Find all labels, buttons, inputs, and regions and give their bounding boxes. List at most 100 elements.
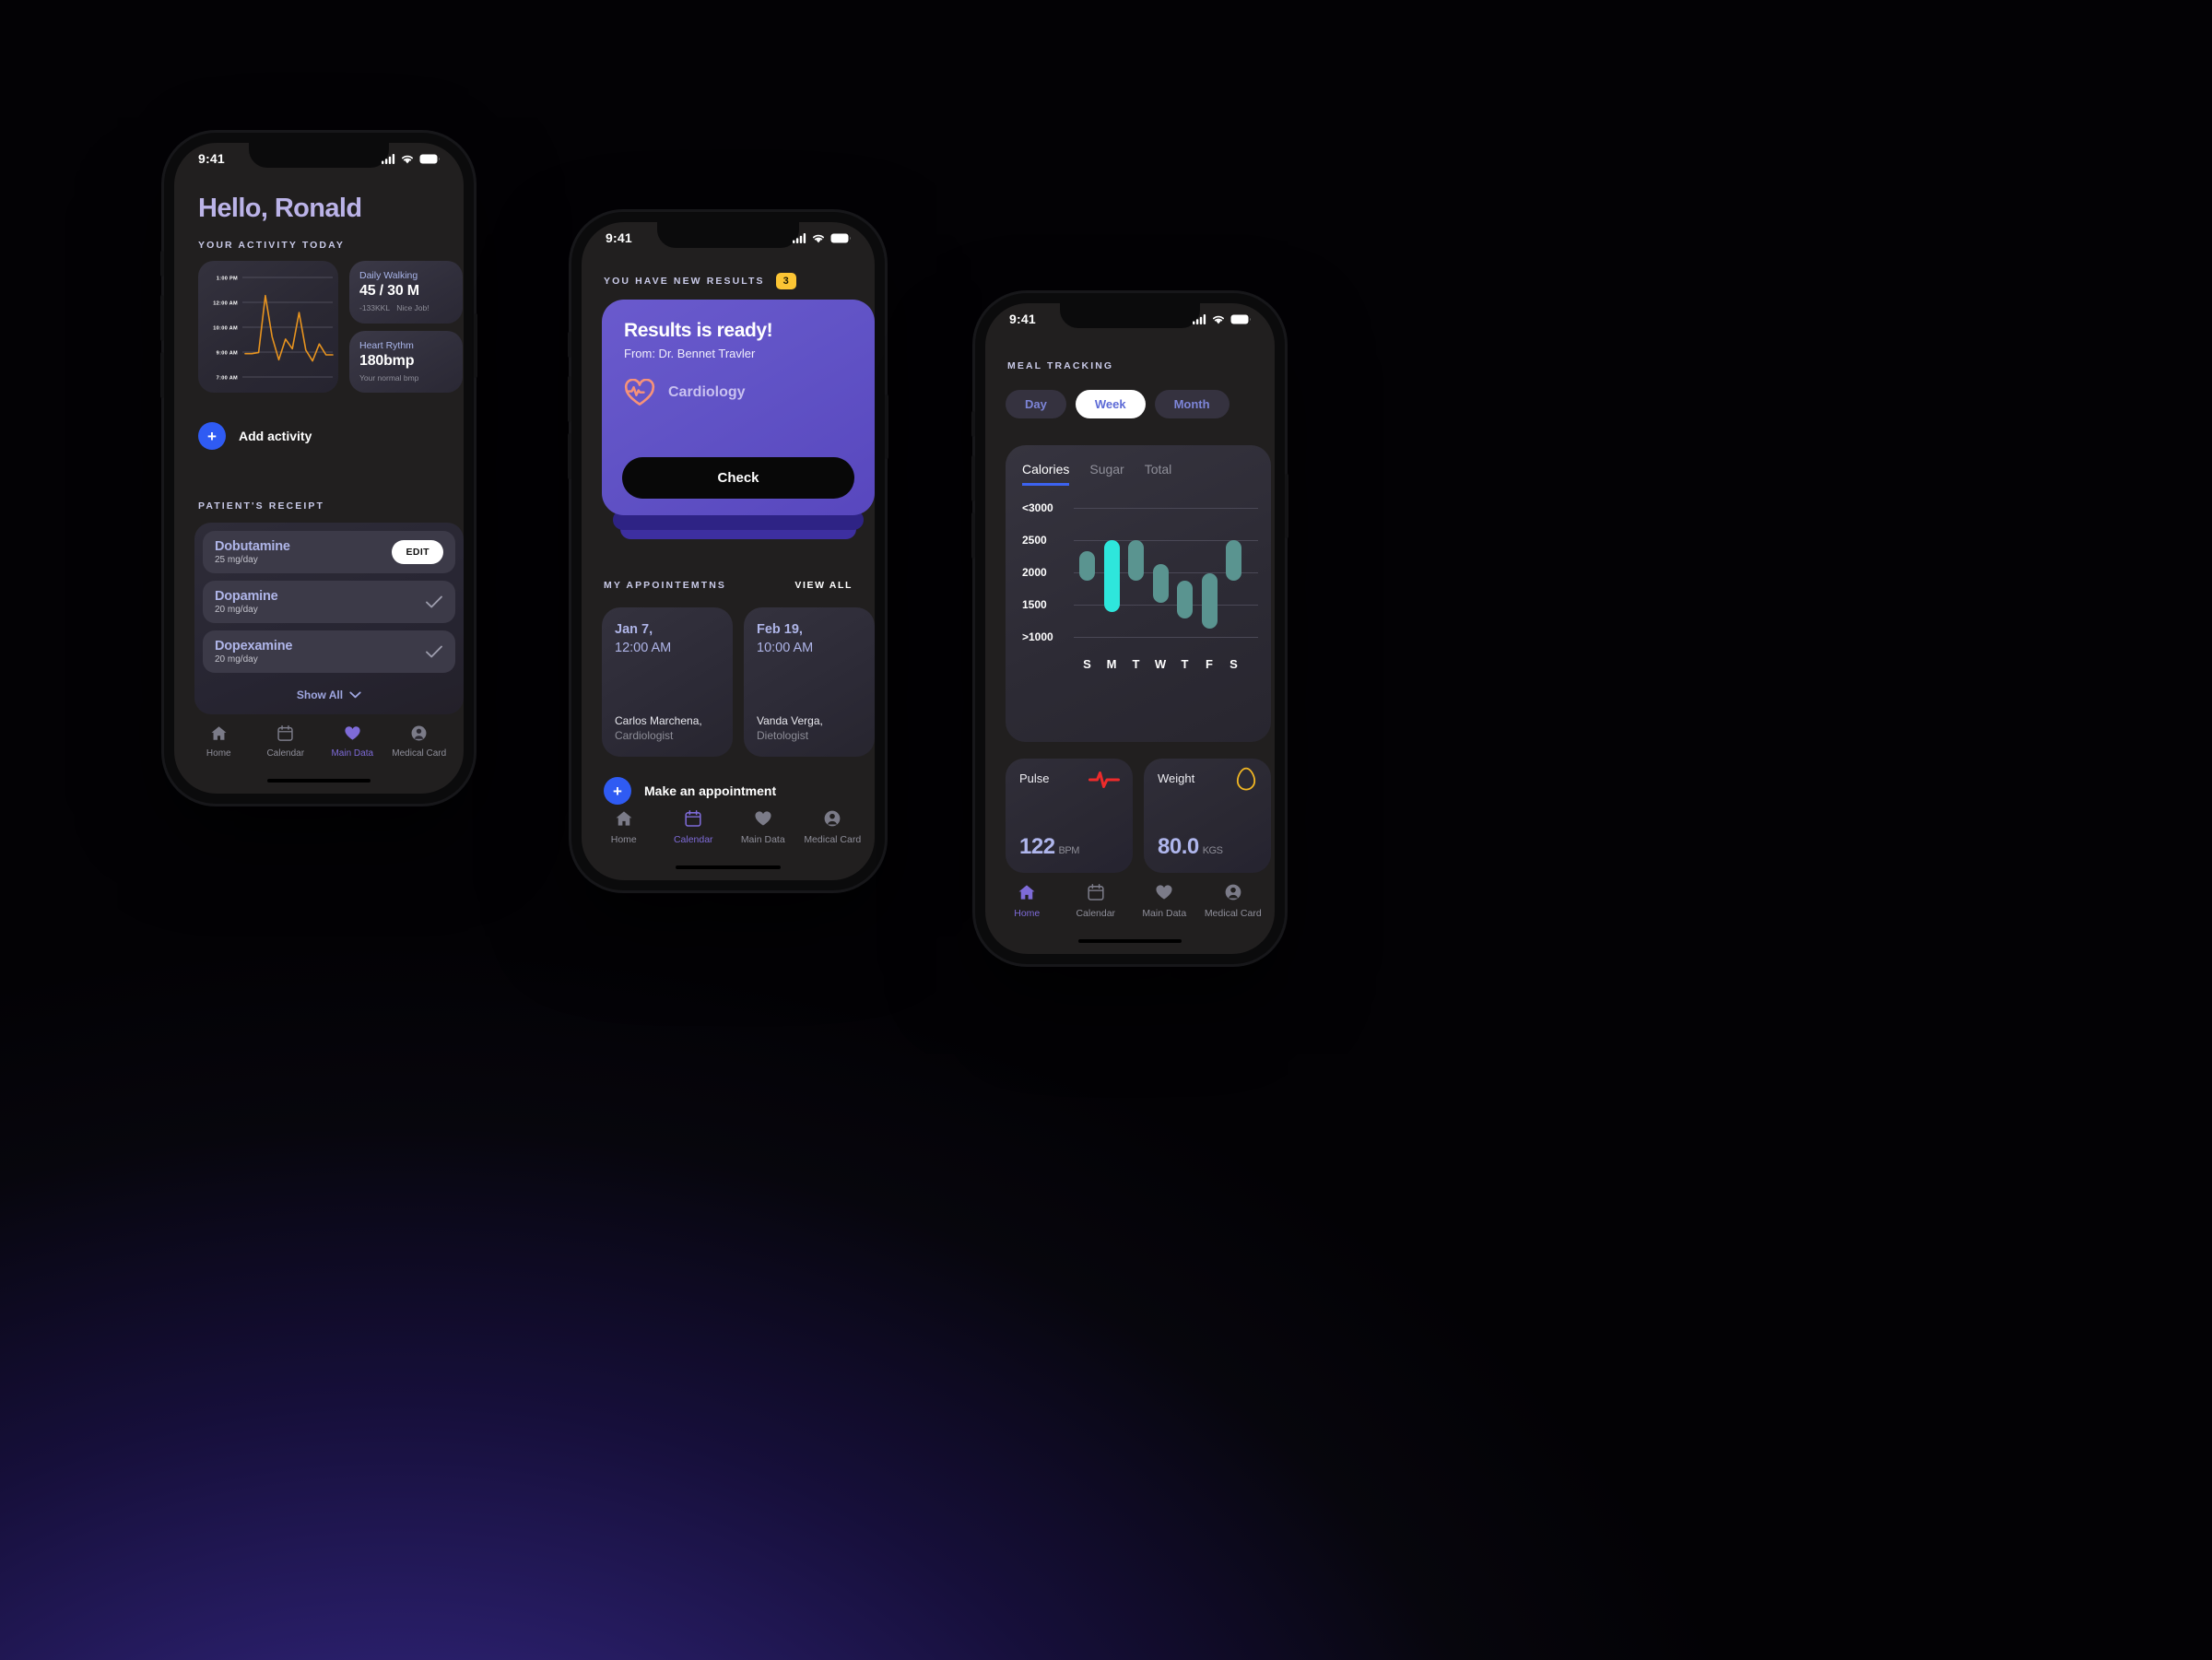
chart-y-tick-label: <3000 (1022, 501, 1053, 514)
list-item[interactable]: Dopexamine 20 mg/day (203, 630, 455, 673)
nav-label: Home (206, 748, 231, 759)
home-indicator (1078, 939, 1182, 943)
stat-card-daily-walking[interactable]: Daily Walking 45 / 30 M -133KKL Nice Job… (349, 261, 463, 324)
chart-gridline (1074, 637, 1258, 638)
medication-dose: 20 mg/day (215, 654, 258, 665)
chart-x-tick-label: S (1083, 657, 1091, 671)
appointments-list: Jan 7, 12:00 AM Carlos Marchena, Cardiol… (602, 607, 875, 757)
bottom-navigation: Home Calendar Main Data Medical Card (582, 809, 875, 845)
bottom-navigation: Home Calendar Main Data Medical Card (174, 724, 464, 759)
receipt-section-label: PATIENT'S RECEIPT (198, 500, 324, 512)
calories-bar-chart[interactable]: <3000 2500 2000 1500 >1000 S M T W T F S (1022, 500, 1258, 676)
nav-item-home[interactable]: Home (993, 883, 1062, 919)
make-appointment-button[interactable]: + Make an appointment (604, 777, 776, 805)
chart-bar[interactable] (1103, 540, 1120, 612)
tab-calories[interactable]: Calories (1022, 462, 1070, 486)
chart-bar[interactable] (1226, 540, 1241, 582)
list-item[interactable]: Dopamine 20 mg/day (203, 581, 455, 623)
chart-bar[interactable] (1177, 581, 1193, 619)
calendar-icon (684, 809, 702, 828)
nav-item-main-data[interactable]: Main Data (728, 809, 798, 845)
stat-card-heart-rythm[interactable]: Heart Rythm 180bmp Your normal bmp (349, 331, 463, 393)
svg-text:7:00 AM: 7:00 AM (217, 376, 238, 382)
nav-item-medical-card[interactable]: Medical Card (1199, 883, 1268, 919)
status-bar: 9:41 (174, 143, 464, 166)
nav-label: Medical Card (804, 834, 862, 845)
show-all-button[interactable]: Show All (203, 680, 455, 706)
nav-item-medical-card[interactable]: Medical Card (798, 809, 868, 845)
specialty-label: Cardiology (668, 384, 746, 400)
add-activity-button[interactable]: + Add activity (198, 422, 312, 450)
nav-item-home[interactable]: Home (589, 809, 659, 845)
results-ready-card[interactable]: Results is ready! From: Dr. Bennet Travl… (602, 300, 875, 515)
chart-bar[interactable] (1128, 540, 1144, 582)
chart-x-tick-label: T (1132, 657, 1140, 671)
check-icon (425, 644, 443, 659)
appointment-doctor: Vanda Verga, (757, 714, 823, 727)
metric-card-weight[interactable]: Weight 80.0 KGS (1144, 759, 1271, 873)
chart-bar[interactable] (1152, 563, 1169, 603)
nav-label: Medical Card (392, 748, 447, 759)
activity-line-chart-card[interactable]: 1:00 PM 12:00 AM 10:00 AM 9:00 AM 7:00 AM (198, 261, 338, 393)
check-icon (425, 595, 443, 609)
metric-card-pulse[interactable]: Pulse 122 BPM (1006, 759, 1133, 873)
view-all-button[interactable]: VIEW ALL (794, 580, 853, 591)
nav-item-medical-card[interactable]: Medical Card (386, 724, 453, 759)
segment-week[interactable]: Week (1075, 390, 1146, 418)
nav-item-main-data[interactable]: Main Data (319, 724, 386, 759)
chart-x-tick-label: T (1181, 657, 1189, 671)
phone-power-button (1285, 474, 1288, 538)
list-item[interactable]: Jan 7, 12:00 AM Carlos Marchena, Cardiol… (602, 607, 733, 757)
tab-sugar[interactable]: Sugar (1089, 462, 1124, 486)
nav-item-home[interactable]: Home (185, 724, 253, 759)
segment-day[interactable]: Day (1006, 390, 1066, 418)
phone-meal-tracking-screen: 9:41 MEAL TRACKING Day Week Month Calori… (971, 293, 1288, 964)
status-bar: 9:41 (985, 303, 1275, 326)
nav-label: Calendar (266, 748, 305, 759)
phone-volume-down-button (568, 433, 571, 479)
home-icon (1018, 883, 1036, 901)
metric-value: 122 BPM (1019, 834, 1079, 859)
stat-value: 180bmp (359, 353, 415, 369)
activity-section-label: YOUR ACTIVITY TODAY (198, 240, 345, 251)
appointment-time: 10:00 AM (757, 641, 814, 655)
medication-dose: 25 mg/day (215, 555, 258, 565)
nav-item-calendar[interactable]: Calendar (659, 809, 729, 845)
nav-label: Main Data (740, 834, 785, 845)
status-time: 9:41 (198, 151, 225, 166)
stat-value: 45 / 30 M (359, 283, 419, 299)
nav-item-main-data[interactable]: Main Data (1130, 883, 1199, 919)
nav-item-calendar[interactable]: Calendar (1062, 883, 1131, 919)
status-time: 9:41 (1009, 312, 1036, 326)
chart-y-tick-label: 2500 (1022, 534, 1047, 547)
list-item[interactable]: Dobutamine 25 mg/day EDIT (203, 531, 455, 573)
card-from: From: Dr. Bennet Travler (624, 347, 756, 360)
calendar-icon (1087, 883, 1105, 901)
battery-icon (419, 154, 440, 164)
battery-icon (830, 233, 851, 243)
medication-name: Dobutamine (215, 539, 290, 554)
phone-home-screen: 9:41 Hello, Ronald YOUR ACTIVITY TODAY 1… (160, 133, 477, 804)
signal-icon (382, 153, 395, 164)
heart-icon (1155, 883, 1173, 901)
metric-unit: KGS (1202, 845, 1223, 856)
plus-icon: + (198, 422, 226, 450)
segment-month[interactable]: Month (1154, 390, 1230, 418)
person-icon (410, 724, 428, 742)
chart-bar[interactable] (1201, 572, 1218, 629)
medication-name: Dopexamine (215, 639, 293, 653)
check-button[interactable]: Check (622, 457, 854, 499)
phone-volume-down-button (160, 352, 164, 398)
medication-dose: 20 mg/day (215, 605, 258, 615)
nav-item-calendar[interactable]: Calendar (253, 724, 320, 759)
home-indicator (676, 865, 781, 869)
list-item[interactable]: Feb 19, 10:00 AM Vanda Verga, Dietologis… (744, 607, 875, 757)
edit-button[interactable]: EDIT (392, 540, 443, 564)
appointment-role: Dietologist (757, 729, 809, 742)
signal-icon (1193, 313, 1206, 324)
tab-total[interactable]: Total (1145, 462, 1172, 486)
chart-bar[interactable] (1079, 550, 1095, 582)
person-icon (1224, 883, 1242, 901)
page-title: Hello, Ronald (198, 194, 362, 223)
svg-text:12:00 AM: 12:00 AM (213, 301, 238, 307)
